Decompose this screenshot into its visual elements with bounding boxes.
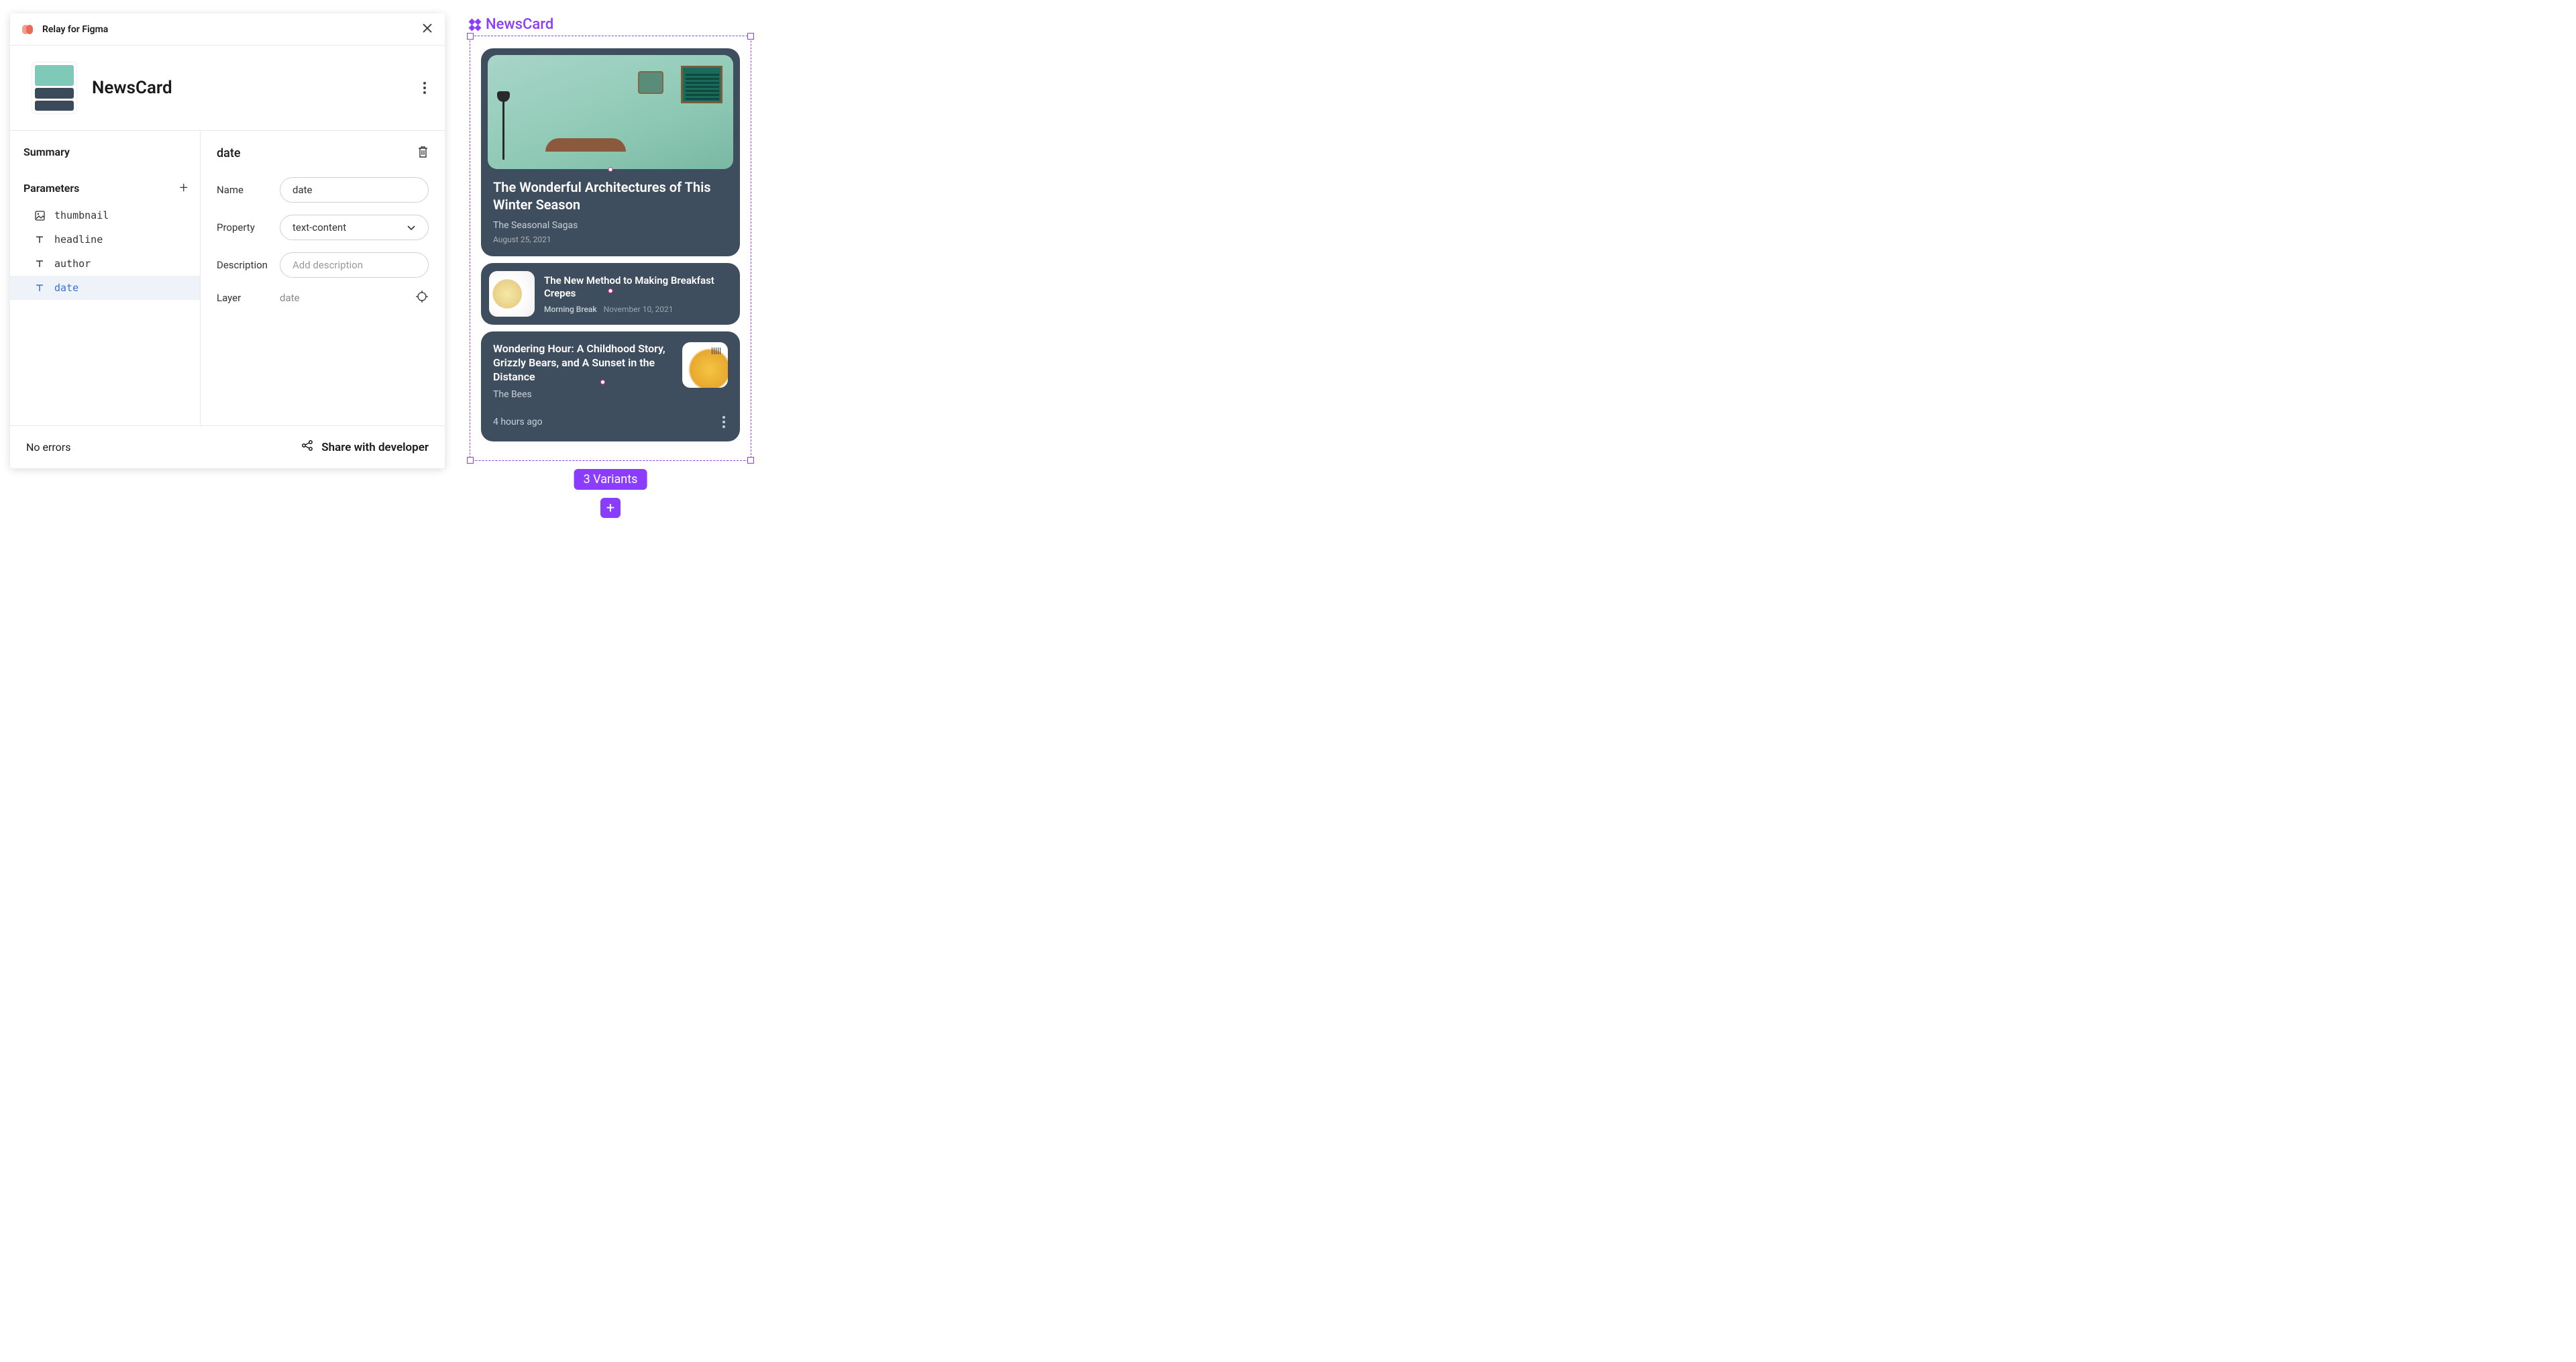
- delete-icon[interactable]: [417, 146, 429, 161]
- card-thumbnail: [488, 55, 733, 169]
- param-item-date[interactable]: date: [10, 276, 200, 300]
- parameters-label: Parameters: [23, 182, 79, 195]
- card-thumbnail: [489, 271, 535, 317]
- field-description-label: Description: [217, 259, 280, 271]
- name-input[interactable]: date: [280, 177, 429, 203]
- add-variant-button[interactable]: +: [600, 498, 621, 518]
- detail-header: date: [217, 146, 429, 161]
- close-icon[interactable]: [422, 23, 433, 36]
- selection-frame[interactable]: The Wonderful Architectures of This Wint…: [470, 36, 751, 461]
- resize-handle[interactable]: [467, 33, 474, 40]
- add-parameter-icon[interactable]: +: [180, 180, 188, 197]
- anchor-dot-icon: [608, 167, 613, 172]
- text-icon: [34, 234, 45, 245]
- sidebar-summary[interactable]: Summary: [10, 146, 200, 165]
- param-label: thumbnail: [54, 209, 109, 221]
- sidebar: Summary Parameters + thumbnail headline …: [10, 131, 201, 425]
- plugin-panel: Relay for Figma NewsCard Summary Paramet…: [10, 13, 445, 468]
- field-layer-label: Layer: [217, 292, 280, 304]
- target-icon[interactable]: [415, 290, 429, 306]
- anchor-dot-icon: [600, 380, 605, 384]
- field-name-label: Name: [217, 184, 280, 196]
- card-date: August 25, 2021: [493, 235, 728, 244]
- text-icon: [34, 258, 45, 269]
- card-headline: The New Method to Making Breakfast Crepe…: [544, 274, 732, 301]
- card-author: Morning Break: [544, 305, 597, 314]
- relay-logo-icon: [22, 25, 36, 34]
- more-menu-icon[interactable]: [421, 79, 429, 97]
- component-thumbnail: [32, 62, 77, 114]
- card-date: November 10, 2021: [604, 305, 674, 314]
- card-thumbnail: [682, 342, 728, 388]
- param-label: headline: [54, 233, 103, 246]
- canvas-area: NewsCard The Wonderful Architectures of …: [470, 16, 751, 461]
- card-headline: The Wonderful Architectures of This Wint…: [493, 178, 728, 213]
- detail-pane: date Name date Property text-content Des…: [201, 131, 445, 425]
- image-icon: [34, 210, 45, 221]
- param-item-thumbnail[interactable]: thumbnail: [10, 203, 200, 227]
- card-date: 4 hours ago: [493, 417, 543, 427]
- param-label: date: [54, 282, 78, 294]
- card-headline: Wondering Hour: A Childhood Story, Grizz…: [493, 342, 673, 384]
- param-item-headline[interactable]: headline: [10, 227, 200, 252]
- component-header: NewsCard: [10, 46, 445, 131]
- detail-title: date: [217, 146, 240, 160]
- field-layer-row: Layer date: [217, 290, 429, 306]
- share-button[interactable]: Share with developer: [301, 439, 429, 455]
- text-icon: [34, 282, 45, 293]
- field-name-row: Name date: [217, 177, 429, 203]
- share-label: Share with developer: [321, 441, 429, 454]
- description-input[interactable]: Add description: [280, 252, 429, 278]
- plugin-header: Relay for Figma: [10, 13, 445, 46]
- plugin-title: Relay for Figma: [42, 24, 422, 35]
- param-label: author: [54, 258, 91, 270]
- anchor-dot-icon: [608, 289, 613, 293]
- resize-handle[interactable]: [467, 457, 474, 464]
- component-set-icon: [470, 19, 480, 30]
- chevron-down-icon: [407, 221, 416, 233]
- sidebar-parameters-header: Parameters +: [10, 180, 200, 203]
- news-card-row[interactable]: The New Method to Making Breakfast Crepe…: [481, 263, 740, 325]
- canvas-component-label[interactable]: NewsCard: [470, 16, 751, 33]
- resize-handle[interactable]: [747, 33, 754, 40]
- property-select[interactable]: text-content: [280, 215, 429, 240]
- card-author: The Bees: [493, 389, 673, 400]
- news-card-hero[interactable]: The Wonderful Architectures of This Wint…: [481, 48, 740, 256]
- component-name: NewsCard: [92, 78, 421, 98]
- param-item-author[interactable]: author: [10, 252, 200, 276]
- layer-value: date: [280, 292, 299, 304]
- field-property-row: Property text-content: [217, 215, 429, 240]
- variants-badge: 3 Variants: [574, 469, 647, 490]
- plugin-footer: No errors Share with developer: [10, 425, 445, 468]
- card-more-icon[interactable]: [720, 413, 728, 431]
- field-description-row: Description Add description: [217, 252, 429, 278]
- error-status: No errors: [26, 441, 70, 454]
- resize-handle[interactable]: [747, 457, 754, 464]
- field-property-label: Property: [217, 221, 280, 233]
- share-icon: [301, 439, 313, 455]
- news-card-audio[interactable]: Wondering Hour: A Childhood Story, Grizz…: [481, 331, 740, 441]
- plugin-body: Summary Parameters + thumbnail headline …: [10, 131, 445, 425]
- card-author: The Seasonal Sagas: [493, 220, 728, 231]
